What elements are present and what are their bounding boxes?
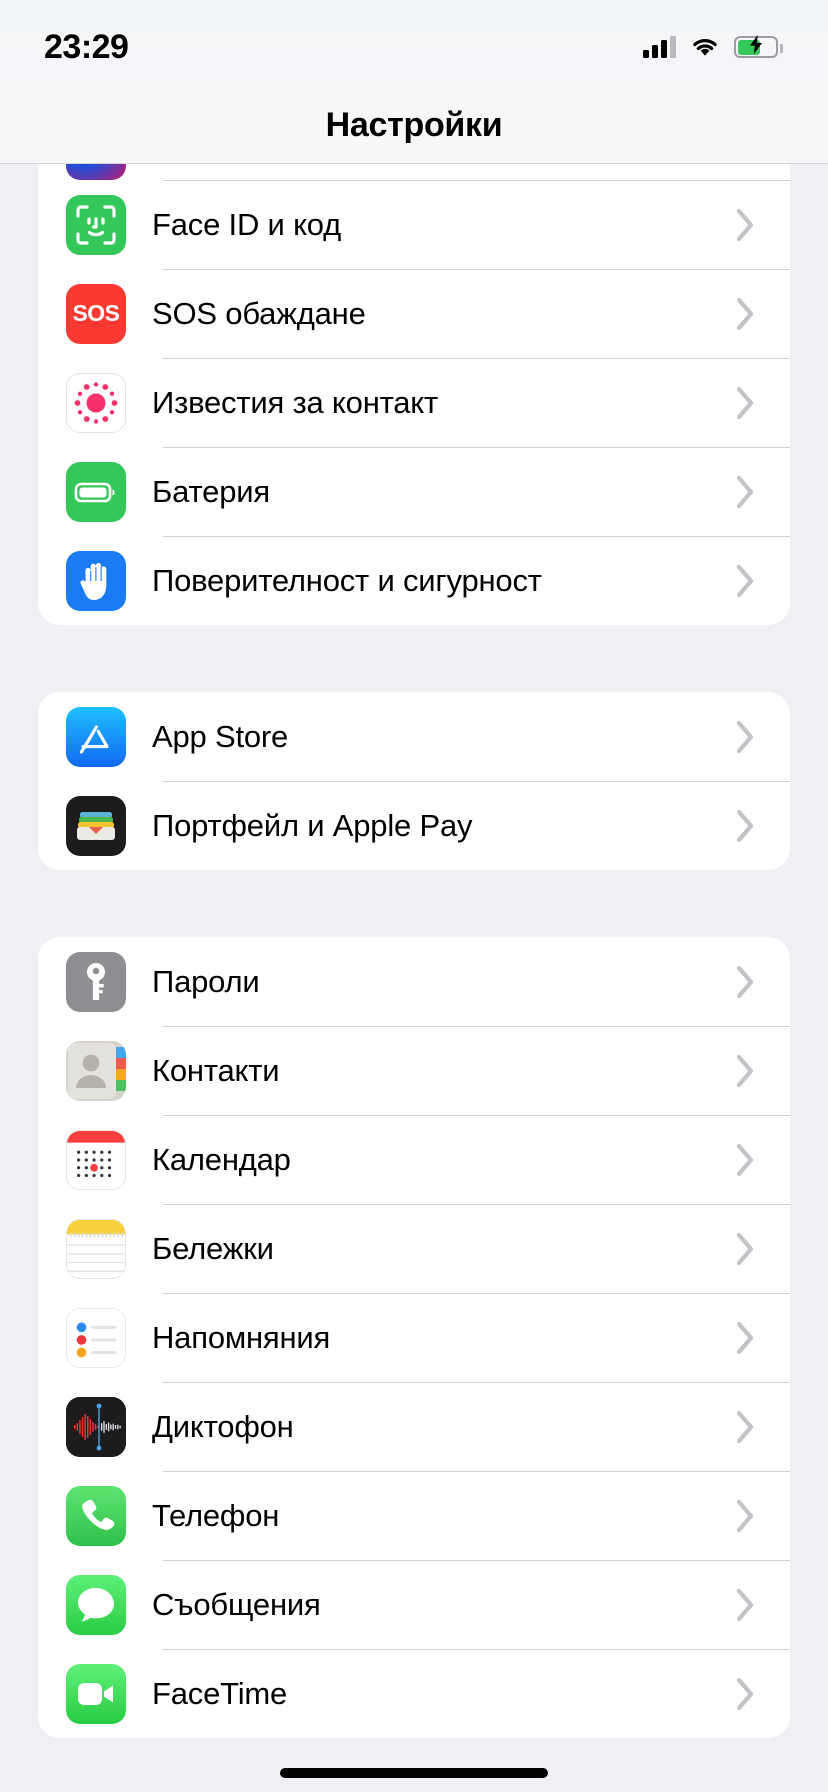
settings-row-contacts[interactable]: Контакти — [38, 1026, 790, 1115]
contact-notifications-icon — [66, 372, 126, 433]
privacy-hand-icon — [66, 550, 126, 611]
settings-group-security-group: Face ID и код SOS SOS обаждане Известия за … — [38, 164, 790, 625]
settings-row-battery[interactable]: Батерия — [38, 447, 790, 536]
navigation-bar: Настройки — [0, 88, 828, 164]
messages-icon — [66, 1574, 126, 1635]
chevron-right-icon — [726, 297, 766, 331]
chevron-right-icon — [726, 1499, 766, 1533]
settings-row-label: Face ID и код — [152, 206, 342, 242]
page-title: Настройки — [325, 106, 503, 144]
notes-icon — [66, 1218, 126, 1279]
settings-row-calendar[interactable]: Календар — [38, 1115, 790, 1204]
calendar-icon — [66, 1129, 126, 1190]
wifi-icon — [690, 36, 720, 58]
key-icon — [66, 951, 126, 1012]
settings-row-label: Пароли — [152, 963, 260, 999]
chevron-right-icon — [726, 965, 766, 999]
settings-row-notes[interactable]: Бележки — [38, 1204, 790, 1293]
settings-row-label: SOS обаждане — [152, 295, 366, 331]
chevron-right-icon — [726, 1410, 766, 1444]
app-store-icon — [66, 706, 126, 767]
wallet-icon — [66, 795, 126, 856]
chevron-right-icon — [726, 720, 766, 754]
chevron-right-icon — [726, 1321, 766, 1355]
chevron-right-icon — [726, 1054, 766, 1088]
settings-row-messages[interactable]: Съобщения — [38, 1560, 790, 1649]
siri-icon — [66, 164, 126, 180]
contacts-icon — [66, 1040, 126, 1101]
reminders-icon — [66, 1307, 126, 1368]
settings-row-label: Поверителност и сигурност — [152, 562, 542, 598]
voice-memos-icon — [66, 1396, 126, 1457]
chevron-right-icon — [726, 1677, 766, 1711]
group-gap — [0, 870, 828, 937]
status-bar-time: 23:29 — [44, 27, 129, 66]
cellular-signal-icon — [643, 36, 676, 58]
settings-row-privacy-security[interactable]: Поверителност и сигурност — [38, 536, 790, 625]
settings-row-facetime[interactable]: FaceTime — [38, 1649, 790, 1738]
face-id-icon — [66, 194, 126, 255]
settings-group-apps-group: Пароли Контакти Календар Бележки Напомняния Д… — [38, 937, 790, 1738]
settings-row-emergency-sos[interactable]: SOS SOS обаждане — [38, 269, 790, 358]
settings-row-siri[interactable] — [38, 164, 790, 180]
settings-row-label: Диктофон — [152, 1408, 294, 1444]
settings-row-reminders[interactable]: Напомняния — [38, 1293, 790, 1382]
group-gap — [0, 625, 828, 692]
settings-row-label: Съобщения — [152, 1586, 321, 1622]
chevron-right-icon — [726, 809, 766, 843]
chevron-right-icon — [726, 208, 766, 242]
settings-row-label: Контакти — [152, 1052, 280, 1088]
home-indicator — [280, 1768, 548, 1778]
battery-icon — [66, 461, 126, 522]
settings-group-store-group: App Store Портфейл и Apple Pay — [38, 692, 790, 870]
settings-row-wallet-apple-pay[interactable]: Портфейл и Apple Pay — [38, 781, 790, 870]
settings-row-label: Календар — [152, 1141, 291, 1177]
chevron-right-icon — [726, 1588, 766, 1622]
settings-row-label: Бележки — [152, 1230, 274, 1266]
chevron-right-icon — [726, 386, 766, 420]
settings-row-face-id[interactable]: Face ID и код — [38, 180, 790, 269]
settings-row-label: Батерия — [152, 473, 270, 509]
status-bar: 23:29 — [0, 0, 828, 88]
chevron-right-icon — [726, 1232, 766, 1266]
settings-row-app-store[interactable]: App Store — [38, 692, 790, 781]
settings-row-phone[interactable]: Телефон — [38, 1471, 790, 1560]
chevron-right-icon — [726, 1143, 766, 1177]
sos-icon: SOS — [66, 283, 126, 344]
settings-row-passwords[interactable]: Пароли — [38, 937, 790, 1026]
settings-row-label: Известия за контакт — [152, 384, 439, 420]
settings-row-label: FaceTime — [152, 1675, 288, 1711]
settings-row-label: App Store — [152, 718, 289, 754]
settings-row-label: Портфейл и Apple Pay — [152, 807, 473, 843]
facetime-icon — [66, 1663, 126, 1724]
phone-icon — [66, 1485, 126, 1546]
status-bar-indicators — [643, 35, 783, 58]
settings-row-label: Телефон — [152, 1497, 280, 1533]
battery-charging-icon — [734, 35, 783, 58]
chevron-right-icon — [726, 475, 766, 509]
chevron-right-icon — [726, 564, 766, 598]
settings-row-voice-memos[interactable]: Диктофон — [38, 1382, 790, 1471]
settings-row-label: Напомняния — [152, 1319, 331, 1355]
settings-scroll-view[interactable]: Face ID и код SOS SOS обаждане Известия за … — [0, 164, 828, 1792]
settings-row-contact-notifications[interactable]: Известия за контакт — [38, 358, 790, 447]
